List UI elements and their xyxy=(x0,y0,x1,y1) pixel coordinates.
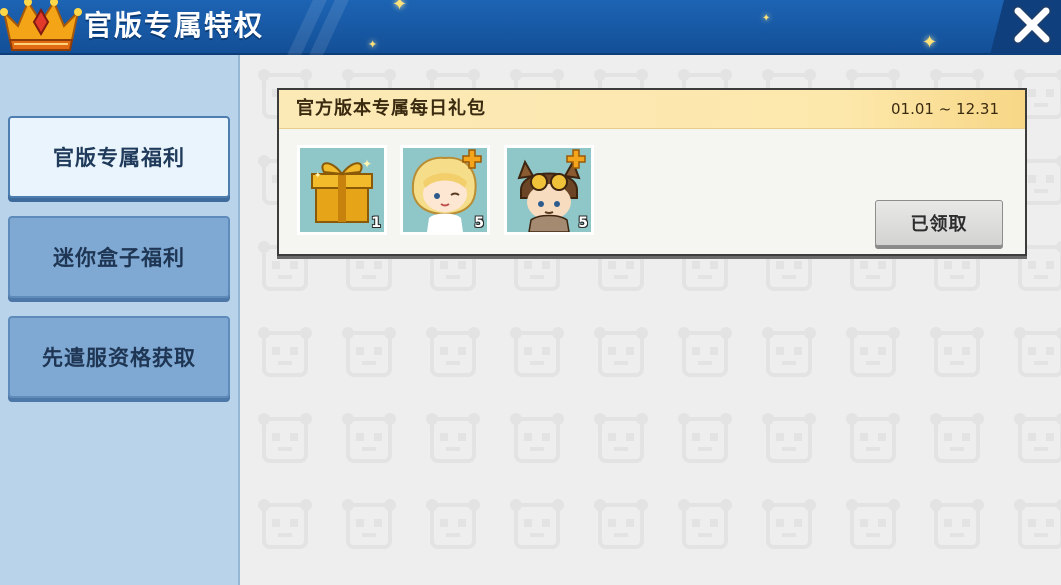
sidebar-item-beta-server-access[interactable]: 先遣服资格获取 xyxy=(8,316,230,398)
sidebar-item-mini-box-benefits[interactable]: 迷你盒子福利 xyxy=(8,216,230,298)
claim-button[interactable]: 已领取 xyxy=(875,200,1003,246)
close-x-icon xyxy=(1012,5,1052,45)
reward-count: 5 xyxy=(474,215,484,231)
reward-item[interactable]: ✦ ✦ 1 xyxy=(297,145,387,235)
svg-text:✦: ✦ xyxy=(362,157,372,171)
reward-icon-frame: ✦ ✦ 1 xyxy=(300,148,384,232)
crown-icon xyxy=(0,0,82,51)
sidebar-item-label: 官版专属福利 xyxy=(53,146,185,170)
sparkle-star-icon: ✦ xyxy=(762,13,771,24)
gift-date-range: 01.01 ~ 12.31 xyxy=(891,100,999,118)
sparkle-star-icon: ✦ xyxy=(922,32,938,53)
gift-title: 官方版本专属每日礼包 xyxy=(296,98,486,119)
sparkle-star-icon: ✦ xyxy=(368,38,378,51)
privilege-window: 官版专属特权 ✦ ✦ ✦ ✦ 官版专属福利 迷你盒子福利 先遣服资格获取 官方版… xyxy=(0,0,1061,585)
close-button[interactable] xyxy=(990,0,1061,55)
sidebar-item-label: 先遣服资格获取 xyxy=(42,346,196,370)
window-header: 官版专属特权 ✦ ✦ ✦ ✦ xyxy=(0,0,1061,55)
gift-card-header: 官方版本专属每日礼包 01.01 ~ 12.31 xyxy=(279,90,1025,129)
reward-count: 5 xyxy=(578,215,588,231)
daily-gift-card: 官方版本专属每日礼包 01.01 ~ 12.31 ✦ ✦ 1 5 5 已领取 xyxy=(277,88,1027,256)
sidebar-item-label: 迷你盒子福利 xyxy=(53,246,185,270)
sidebar: 官版专属福利 迷你盒子福利 先遣服资格获取 xyxy=(0,55,240,585)
reward-icon-frame: 5 xyxy=(403,148,487,232)
reward-item[interactable]: 5 xyxy=(504,145,594,235)
reward-icon-frame: 5 xyxy=(507,148,591,232)
window-title: 官版专属特权 xyxy=(84,9,265,42)
reward-count: 1 xyxy=(371,215,381,231)
sparkle-star-icon: ✦ xyxy=(392,0,408,15)
svg-text:✦: ✦ xyxy=(314,171,322,181)
reward-item[interactable]: 5 xyxy=(400,145,490,235)
sidebar-item-official-benefits[interactable]: 官版专属福利 xyxy=(8,116,230,198)
